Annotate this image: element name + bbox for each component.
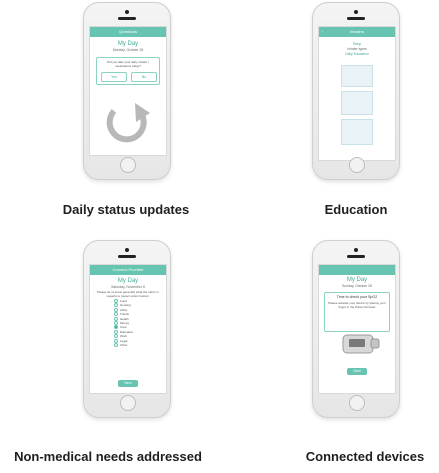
phone-screen: Questions My Day Monday, October 26 Did … bbox=[89, 26, 167, 156]
yes-button[interactable]: Yes bbox=[101, 72, 127, 82]
radio-icon[interactable] bbox=[114, 342, 118, 347]
screen-header: Connect Provider bbox=[90, 265, 166, 275]
radio-icon[interactable] bbox=[114, 299, 118, 303]
section-sub: Inhaler types bbox=[347, 47, 367, 51]
no-label: No bbox=[141, 75, 147, 79]
education-card[interactable] bbox=[341, 91, 373, 115]
education-card[interactable] bbox=[341, 65, 373, 87]
screen-date: Monday, October 26 bbox=[112, 48, 144, 52]
phone-screen: My Day Sunday, October 26 Time to check … bbox=[318, 264, 396, 394]
screen-header: Questions bbox=[90, 27, 166, 37]
radio-icon[interactable] bbox=[114, 338, 118, 343]
screen-title: My Day bbox=[117, 278, 139, 284]
options-list: Food Housing Utility Transit Health Money Care… bbox=[114, 299, 166, 347]
speaker-slot bbox=[347, 255, 365, 258]
option-label: Work bbox=[120, 333, 127, 338]
option-label: Legal bbox=[120, 338, 128, 343]
screen-date: Sunday, October 26 bbox=[342, 284, 372, 288]
section-title: Step bbox=[352, 41, 362, 46]
education-card[interactable] bbox=[341, 119, 373, 145]
screen-title: My Day bbox=[346, 277, 368, 283]
radio-icon[interactable] bbox=[114, 325, 118, 330]
option-label: Health bbox=[120, 316, 129, 321]
education-link[interactable]: Daily Education bbox=[319, 52, 395, 56]
radio-icon[interactable] bbox=[114, 320, 118, 325]
back-chevron-icon[interactable]: ‹ bbox=[322, 27, 323, 37]
screen-title: My Day bbox=[117, 41, 139, 47]
camera-dot bbox=[354, 248, 358, 252]
phone-daily-status: Questions My Day Monday, October 26 Did … bbox=[83, 2, 171, 180]
question-text: Did you take your daily inhaler / medica… bbox=[107, 60, 149, 68]
next-button[interactable]: Next bbox=[347, 368, 367, 375]
radio-icon[interactable] bbox=[114, 307, 118, 312]
caption-education: Education bbox=[324, 202, 388, 217]
option-label: Other bbox=[120, 342, 128, 347]
phone-screen: Connect Provider My Day Saturday, Novemb… bbox=[89, 264, 167, 394]
option-item[interactable]: Other bbox=[114, 343, 166, 347]
screen-header bbox=[319, 265, 395, 275]
speaker-slot bbox=[118, 17, 136, 20]
refresh-arrow-icon bbox=[106, 103, 150, 143]
radio-icon[interactable] bbox=[114, 312, 118, 317]
caption-connected: Connected devices bbox=[305, 449, 425, 464]
prompt-text: Please let us know generally what the ca… bbox=[97, 290, 159, 298]
option-label: Money bbox=[120, 320, 130, 325]
caption-non-medical: Non-medical needs addressed bbox=[14, 449, 202, 464]
phone-connected: My Day Sunday, October 26 Time to check … bbox=[312, 240, 400, 418]
home-button bbox=[120, 157, 136, 173]
device-card: Time to check your SpO2 Please activate … bbox=[324, 292, 390, 332]
instructions: Please activate your device by placing y… bbox=[328, 301, 386, 309]
phone-education: ‹ Inhalers Step Inhaler types Daily Educ… bbox=[312, 2, 400, 180]
radio-icon[interactable] bbox=[114, 329, 118, 334]
home-button bbox=[349, 157, 365, 173]
option-label: Care bbox=[120, 325, 127, 330]
phone-screen: ‹ Inhalers Step Inhaler types Daily Educ… bbox=[318, 26, 396, 161]
pulse-oximeter-icon bbox=[342, 334, 380, 354]
check-title: Time to check your SpO2 bbox=[336, 295, 378, 299]
option-label: Food bbox=[120, 298, 127, 303]
camera-dot bbox=[354, 10, 358, 14]
home-button bbox=[120, 395, 136, 411]
speaker-slot bbox=[118, 255, 136, 258]
option-label: Education bbox=[120, 329, 134, 334]
option-label: Utility bbox=[120, 307, 128, 312]
screen-date: Saturday, November 8 bbox=[111, 285, 145, 289]
option-label: Transit bbox=[120, 311, 130, 316]
caption-daily-status: Daily status updates bbox=[62, 202, 190, 217]
radio-icon[interactable] bbox=[114, 316, 118, 321]
speaker-slot bbox=[347, 17, 365, 20]
yes-label: Yes bbox=[111, 75, 117, 79]
next-button[interactable]: Next bbox=[118, 380, 138, 387]
no-button[interactable]: No bbox=[131, 72, 157, 82]
home-button bbox=[349, 395, 365, 411]
camera-dot bbox=[125, 248, 129, 252]
radio-icon[interactable] bbox=[114, 334, 118, 339]
header-label: Inhalers bbox=[349, 29, 365, 34]
camera-dot bbox=[125, 10, 129, 14]
question-card: Did you take your daily inhaler / medica… bbox=[96, 57, 160, 85]
phone-non-medical: Connect Provider My Day Saturday, Novemb… bbox=[83, 240, 171, 418]
radio-icon[interactable] bbox=[114, 303, 118, 308]
screen-header: ‹ Inhalers bbox=[319, 27, 395, 37]
option-label: Housing bbox=[120, 303, 132, 308]
